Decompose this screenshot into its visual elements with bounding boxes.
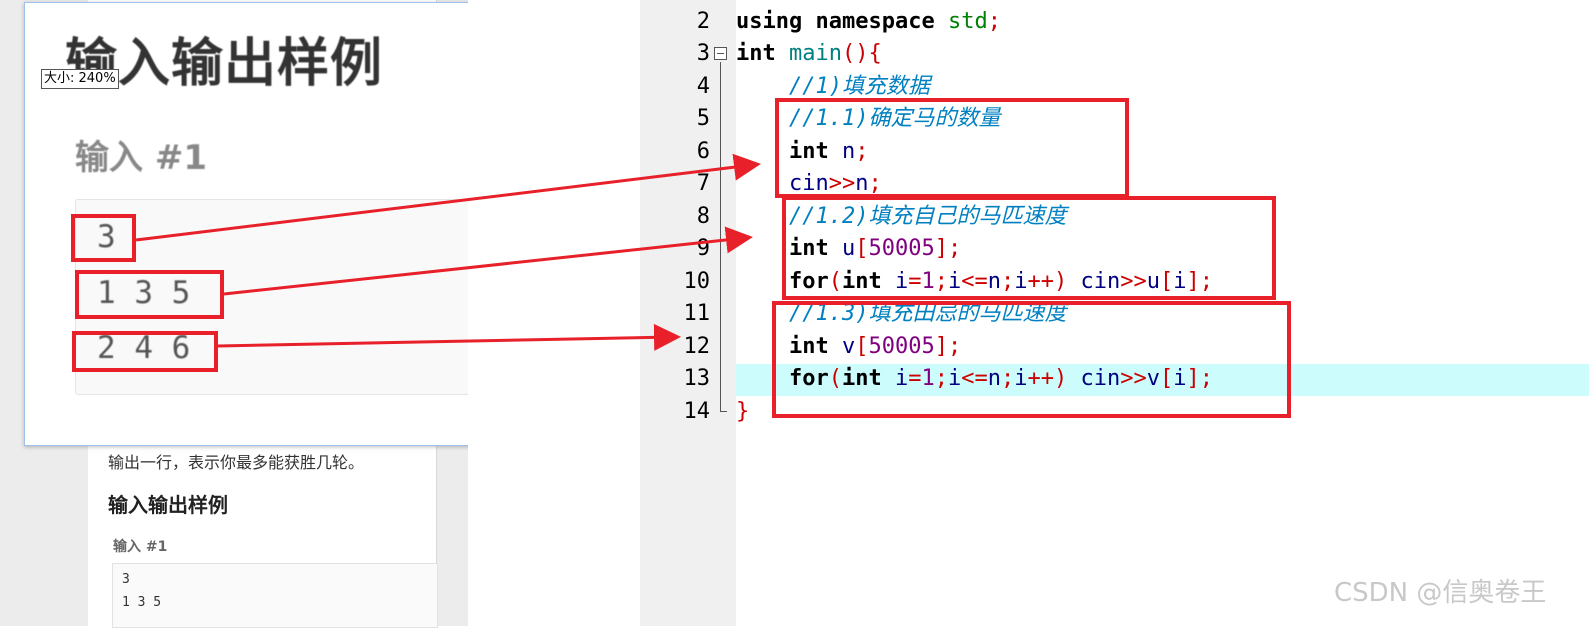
watermark: CSDN @信奥卷王: [1334, 578, 1547, 608]
highlight-box-input-246: [72, 331, 218, 372]
highlight-box-code-1-1: [775, 98, 1129, 198]
arrow-3-to-n: [135, 153, 761, 242]
highlight-box-input-135: [75, 270, 224, 319]
highlight-box-input-3: [71, 214, 136, 262]
highlight-box-code-1-3: [772, 301, 1291, 418]
highlight-box-code-1-2: [782, 196, 1276, 300]
arrow-246-to-v: [217, 323, 681, 351]
arrow-135-to-u: [223, 226, 753, 296]
annotation-layer: [71, 98, 1291, 418]
